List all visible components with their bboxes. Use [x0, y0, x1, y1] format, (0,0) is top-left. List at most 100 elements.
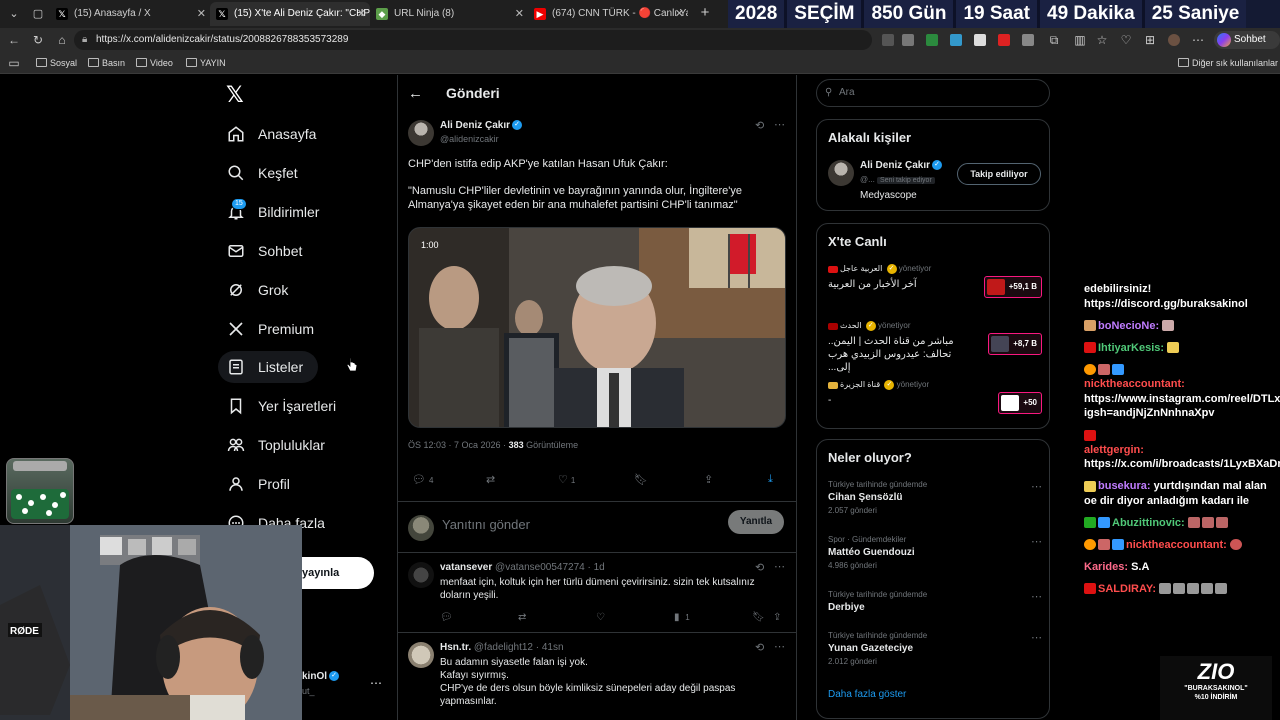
sidebar-icon[interactable]: ▥: [1072, 32, 1088, 48]
workspaces-icon[interactable]: ▢: [30, 6, 46, 22]
reply-button[interactable]: 💬︎ 4: [412, 473, 433, 486]
retweet-button[interactable]: ⇄: [486, 473, 495, 486]
reply-item[interactable]: vatansever @vatanse00547274 · 1d ⟲ ⋯ men…: [398, 554, 796, 633]
extension-icon[interactable]: [926, 34, 938, 46]
more-options-icon[interactable]: ⋯: [774, 560, 785, 573]
bookmark-folder[interactable]: YAYIN: [186, 52, 226, 74]
bookmark-folder[interactable]: Video: [136, 52, 173, 74]
reply-input[interactable]: Yanıtını gönder: [442, 517, 530, 532]
tab-actions-menu-icon[interactable]: ▭: [6, 55, 22, 71]
account-name[interactable]: kinOl ✓: [302, 671, 340, 682]
reply-item[interactable]: Hsn.tr. @fadelight12 · 41sn ⟲ ⋯ Bu adamı…: [398, 634, 796, 720]
extension-icon[interactable]: [998, 34, 1010, 46]
favorites-icon[interactable]: ☆: [1094, 32, 1110, 48]
nav-item-explore[interactable]: Keşfet: [218, 157, 298, 189]
share-button[interactable]: ⇪: [704, 473, 713, 486]
nav-item-notifications[interactable]: 15 Bildirimler: [218, 196, 319, 228]
video-timestamp: 1:00: [421, 240, 439, 250]
grok-explain-icon[interactable]: ⟲: [755, 561, 764, 574]
trend-item[interactable]: Spor · Gündemdekiler Mattéo Guendouzi 4.…: [828, 535, 1042, 570]
search-icon: ⚲: [825, 87, 833, 98]
x-logo-icon[interactable]: 𝕏: [226, 83, 244, 108]
tweet-author[interactable]: Ali Deniz Çakır ✓: [440, 120, 523, 131]
more-options-icon[interactable]: ⋯: [774, 118, 785, 131]
extension-icon[interactable]: [902, 34, 914, 46]
other-bookmarks[interactable]: Diğer sık kullanılanlar: [1178, 52, 1278, 74]
reply-author[interactable]: vatansever @vatanse00547274 · 1d: [440, 562, 605, 573]
more-options-icon: ⋯: [1031, 536, 1042, 548]
tab-home[interactable]: 𝕏 (15) Anasayfa / X ✕: [50, 2, 210, 26]
url-input[interactable]: 🔒︎ https://x.com/alidenizcakir/status/20…: [74, 30, 872, 50]
nav-item-home[interactable]: Anasayfa: [218, 118, 316, 150]
close-tab-icon[interactable]: ✕: [357, 2, 366, 26]
profile-avatar[interactable]: [1168, 34, 1180, 46]
author-avatar[interactable]: [408, 120, 434, 146]
tab-tweet[interactable]: 𝕏 (15) X'te Ali Deniz Çakır: "CHP' ✕: [210, 2, 370, 26]
live-item[interactable]: الحدث ✓ yönetiyor مباشر من قناة الحدث | …: [828, 321, 1042, 374]
trend-item[interactable]: Türkiye tarihinde gündemde Yunan Gazetec…: [828, 631, 1042, 666]
bookmark-button[interactable]: 🔖︎: [634, 473, 648, 486]
nav-item-profile[interactable]: Profil: [218, 468, 290, 500]
trend-item[interactable]: Türkiye tarihinde gündemde Cihan Şensözl…: [828, 480, 1042, 515]
reply-author[interactable]: Hsn.tr. @fadelight12 · 41sn: [440, 642, 564, 653]
grok-explain-icon[interactable]: ⟲: [755, 119, 764, 132]
collections-icon[interactable]: ⊞: [1142, 32, 1158, 48]
new-tab-button[interactable]: +: [696, 4, 714, 22]
views-icon[interactable]: ▮ 1: [674, 612, 690, 623]
back-arrow-icon[interactable]: ←: [408, 85, 423, 102]
following-button[interactable]: Takip ediliyor: [957, 163, 1041, 185]
close-tab-icon[interactable]: ✕: [197, 2, 206, 26]
more-menu-icon[interactable]: ⋯: [1190, 32, 1206, 48]
extension-icon[interactable]: [974, 34, 986, 46]
account-menu-icon[interactable]: ⋯: [370, 676, 382, 690]
more-options-icon[interactable]: ⋯: [774, 640, 785, 653]
chat-message: Karides: S.A: [1084, 560, 1150, 573]
reply-text: Bu adamın siyasetle falan işi yok. Kafay…: [440, 657, 736, 707]
trend-item[interactable]: Türkiye tarihinde gündemde Derbiye ⋯: [828, 590, 1042, 613]
bookmark-folder[interactable]: Sosyal: [36, 52, 77, 74]
share-icon[interactable]: ⇪: [773, 612, 781, 623]
tab-url-ninja[interactable]: ◆ URL Ninja (8) ✕: [370, 2, 528, 26]
grok-explain-icon[interactable]: ⟲: [755, 641, 764, 654]
reply-avatar[interactable]: [408, 642, 434, 668]
mail-icon: [228, 245, 244, 257]
nav-item-communities[interactable]: Topluluklar: [218, 429, 325, 461]
search-input[interactable]: ⚲ Ara: [816, 79, 1050, 107]
like-button[interactable]: ♡ 1: [558, 473, 575, 486]
close-tab-icon[interactable]: ✕: [515, 2, 524, 26]
post-button[interactable]: yayınla: [302, 557, 374, 589]
split-screen-icon[interactable]: ⧉: [1046, 32, 1062, 48]
nav-item-grok[interactable]: Grok: [218, 274, 288, 306]
close-tab-icon[interactable]: ✕: [675, 2, 684, 26]
tab-actions-icon[interactable]: ⌄: [6, 6, 22, 22]
back-icon[interactable]: ←: [6, 32, 22, 48]
copilot-chat-button[interactable]: Sohbet et: [1214, 31, 1280, 63]
reply-avatar[interactable]: [408, 562, 434, 588]
tweet-handle[interactable]: @alidenizcakir: [440, 134, 499, 144]
reply-submit-button[interactable]: Yanıtla: [728, 510, 784, 534]
extension-icon[interactable]: [1022, 34, 1034, 46]
reply-icon[interactable]: 💬︎: [440, 612, 453, 623]
bookmark-icon[interactable]: 🔖︎: [752, 612, 765, 623]
related-name[interactable]: Ali Deniz Çakır ✓: [860, 160, 943, 171]
live-item[interactable]: قناة الجزيرة ✓ yönetiyor - +50: [828, 380, 1042, 414]
home-icon[interactable]: ⌂: [54, 32, 70, 48]
reload-icon[interactable]: ↻: [30, 32, 46, 48]
retweet-icon[interactable]: ⇄: [518, 612, 526, 623]
trends-card: Neler oluyor? Türkiye tarihinde gündemde…: [816, 439, 1050, 719]
extension-icon[interactable]: [950, 34, 962, 46]
heart-icon[interactable]: ♡: [596, 612, 605, 623]
download-button[interactable]: ⤓: [768, 473, 773, 486]
nav-item-chat[interactable]: Sohbet: [218, 235, 302, 267]
live-item[interactable]: العربية عاجل ✓ yönetiyor آخر الأخبار من …: [828, 264, 1042, 298]
nav-item-premium[interactable]: Premium: [218, 313, 314, 345]
tweet-video[interactable]: 1:00: [408, 227, 786, 428]
heart-icon[interactable]: ♡: [1118, 32, 1134, 48]
nav-item-bookmarks[interactable]: Yer İşaretleri: [218, 390, 336, 422]
show-more-link[interactable]: Daha fazla göster: [828, 689, 906, 700]
tab-cnn-turk[interactable]: ▶ (674) CNN TÜRK - 🔴 Canlı Yayın ✕: [528, 2, 688, 26]
extension-icon[interactable]: [882, 34, 894, 46]
bookmark-folder[interactable]: Basın: [88, 52, 125, 74]
related-avatar[interactable]: [828, 160, 854, 186]
nav-item-lists[interactable]: Listeler: [218, 351, 318, 383]
